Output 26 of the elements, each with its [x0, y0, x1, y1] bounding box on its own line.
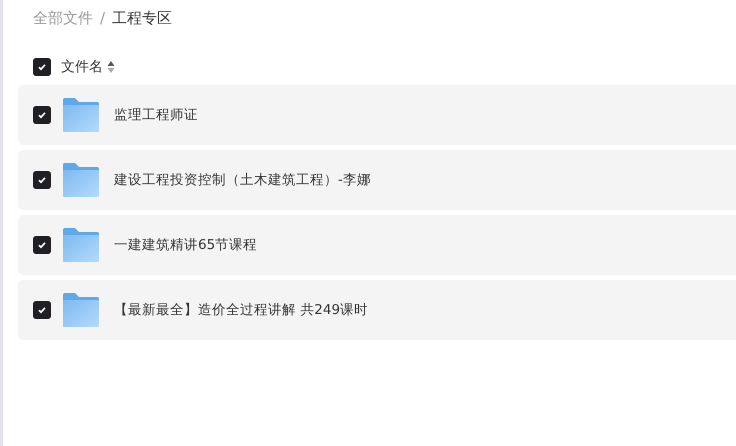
file-row[interactable]: 建设工程投资控制（土木建筑工程）-李娜	[18, 150, 736, 210]
folder-name[interactable]: 监理工程师证	[114, 106, 198, 124]
sort-icon[interactable]	[107, 60, 115, 74]
folder-name[interactable]: 【最新最全】造价全过程讲解 共249课时	[114, 301, 368, 319]
row-checkbox[interactable]	[33, 106, 51, 124]
column-header[interactable]: 文件名	[61, 58, 103, 76]
checkmark-icon	[37, 305, 47, 315]
folder-icon	[63, 293, 99, 327]
folder-name[interactable]: 一建建筑精讲65节课程	[114, 236, 258, 254]
folder-icon	[63, 163, 99, 197]
folder-icon	[63, 98, 99, 132]
file-row[interactable]: 一建建筑精讲65节课程	[18, 215, 736, 275]
folder-name[interactable]: 建设工程投资控制（土木建筑工程）-李娜	[114, 171, 371, 189]
checkmark-icon	[37, 62, 47, 72]
checkmark-icon	[37, 240, 47, 250]
checkmark-icon	[37, 175, 47, 185]
breadcrumb-current: 工程专区	[112, 8, 172, 28]
file-row[interactable]: 监理工程师证	[18, 85, 736, 145]
file-row[interactable]: 【最新最全】造价全过程讲解 共249课时	[18, 280, 736, 340]
breadcrumb-separator: /	[100, 9, 106, 27]
row-checkbox[interactable]	[33, 301, 51, 319]
checkmark-icon	[37, 110, 47, 120]
row-checkbox[interactable]	[33, 171, 51, 189]
select-all-checkbox[interactable]	[33, 58, 51, 76]
row-checkbox[interactable]	[33, 236, 51, 254]
folder-icon	[63, 228, 99, 262]
